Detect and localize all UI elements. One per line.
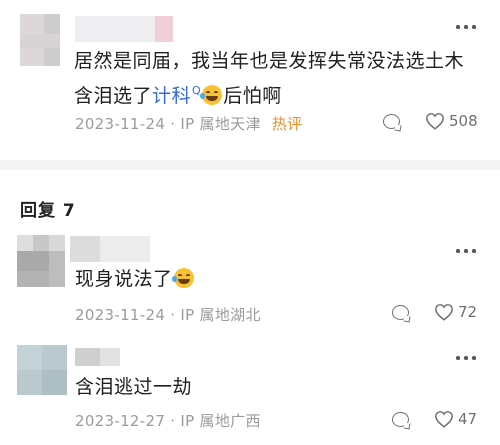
comment-line-2: 含泪选了计科Q 后怕啊 xyxy=(74,84,282,107)
heart-icon xyxy=(435,411,453,428)
replies-header: 回复 7 xyxy=(20,201,76,221)
section-divider xyxy=(0,160,500,170)
ip-location: · IP 属地广西 xyxy=(170,412,261,430)
username[interactable] xyxy=(70,236,150,262)
rolling-on-floor-laughing-icon xyxy=(171,268,194,288)
ip-location: · IP 属地湖北 xyxy=(170,306,261,324)
topic-link[interactable]: 计科 xyxy=(152,85,191,107)
avatar[interactable] xyxy=(20,14,60,66)
reply-meta: 2023-11-24 · IP 属地湖北 xyxy=(75,304,261,325)
rolling-on-floor-laughing-icon xyxy=(200,85,223,105)
username[interactable] xyxy=(75,16,173,42)
comment-meta: 2023-11-24 · IP 属地天津 热评 xyxy=(75,113,302,134)
comment-date: 2023-11-24 xyxy=(75,115,166,133)
comment-icon xyxy=(392,412,409,427)
comment-line-1: 居然是同届，我当年也是发挥失常没法选土木 xyxy=(74,50,465,72)
like-button[interactable]: 72 xyxy=(434,303,477,321)
like-count: 508 xyxy=(449,112,478,130)
reply-button[interactable] xyxy=(392,305,409,320)
like-button[interactable]: 47 xyxy=(434,410,477,428)
more-options-icon[interactable] xyxy=(456,355,476,361)
reply-content: 含泪逃过一劫 xyxy=(75,376,193,398)
like-button[interactable]: 508 xyxy=(425,112,478,130)
comment-content: 居然是同届，我当年也是发挥失常没法选土木 含泪选了计科Q 后怕啊 xyxy=(74,46,464,111)
heart-icon xyxy=(426,113,444,130)
reply-button[interactable] xyxy=(392,412,409,427)
avatar[interactable] xyxy=(17,345,67,395)
more-options-icon[interactable] xyxy=(456,24,476,30)
like-count: 47 xyxy=(458,410,478,428)
comment-icon xyxy=(383,114,400,129)
avatar[interactable] xyxy=(17,235,65,287)
comment-icon xyxy=(392,305,409,320)
more-options-icon[interactable] xyxy=(456,248,476,254)
heart-icon xyxy=(435,304,453,321)
reply-date: 2023-12-27 xyxy=(75,412,166,430)
hot-badge: 热评 xyxy=(271,115,303,133)
reply-meta: 2023-12-27 · IP 属地广西 xyxy=(75,410,261,431)
ip-location: · IP 属地天津 xyxy=(170,115,261,133)
reply-button[interactable] xyxy=(383,114,400,129)
like-count: 72 xyxy=(458,303,478,321)
reply-content: 现身说法了 xyxy=(75,264,195,294)
username[interactable] xyxy=(75,348,120,366)
reply-date: 2023-11-24 xyxy=(75,306,166,324)
